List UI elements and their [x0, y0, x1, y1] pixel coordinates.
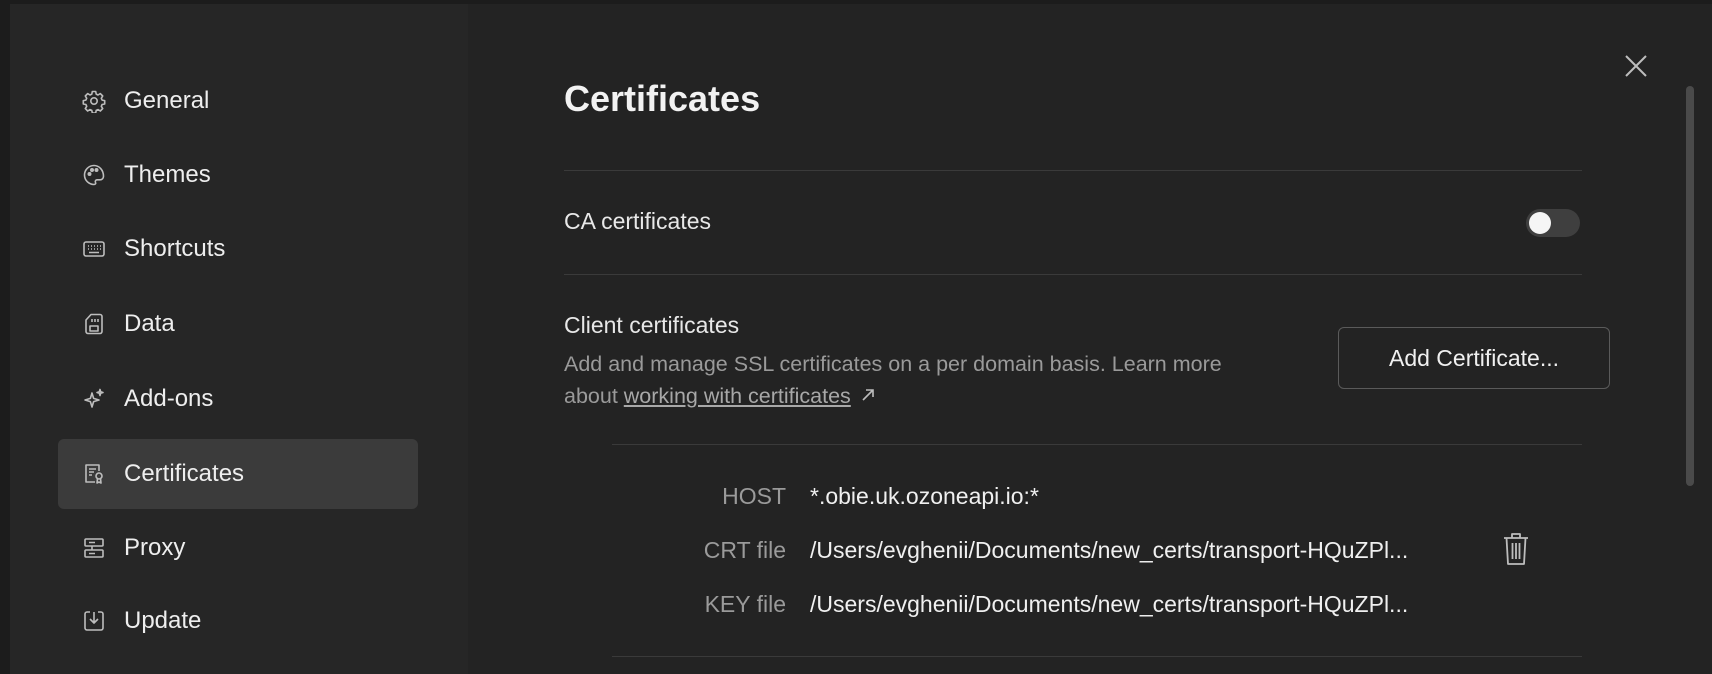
key-file-label: KEY file [704, 591, 786, 617]
sidebar-item-shortcuts[interactable]: Shortcuts [58, 214, 418, 284]
keyboard-icon [80, 235, 108, 263]
sidebar-item-label: Add-ons [124, 385, 214, 412]
trash-icon[interactable] [1502, 532, 1530, 566]
sd-card-icon [80, 310, 108, 338]
page-title: Certificates [564, 78, 761, 119]
sidebar-item-label: Certificates [124, 460, 245, 487]
scrollbar[interactable] [1686, 86, 1694, 486]
external-link-icon [859, 381, 877, 413]
client-certificates-description: Add and manage SSL certificates on a per… [564, 348, 1244, 413]
download-icon [80, 607, 108, 635]
divider [564, 170, 1582, 171]
divider [564, 274, 1582, 275]
key-file-value: /Users/evghenii/Documents/new_certs/tran… [810, 591, 1409, 617]
sidebar-item-update[interactable]: Update [58, 586, 418, 656]
sidebar-item-label: Update [124, 607, 202, 634]
sparkle-icon [80, 385, 108, 413]
close-icon[interactable] [1620, 50, 1652, 82]
sidebar-item-general[interactable]: General [58, 66, 418, 136]
sidebar-item-proxy[interactable]: Proxy [58, 513, 418, 583]
sidebar-item-label: General [124, 87, 210, 114]
sidebar-item-label: Themes [124, 161, 211, 188]
client-certificates-title: Client certificates [564, 312, 740, 338]
divider [612, 444, 1582, 445]
sidebar-item-label: Shortcuts [124, 235, 226, 262]
working-with-certificates-link[interactable]: working with certificates [624, 384, 851, 408]
sidebar-item-themes[interactable]: Themes [58, 140, 418, 210]
divider [612, 656, 1582, 657]
ca-certificates-label: CA certificates [564, 208, 711, 234]
ca-certificates-toggle[interactable] [1526, 209, 1580, 237]
gear-icon [80, 87, 108, 115]
sidebar-item-certificates[interactable]: Certificates [58, 439, 418, 509]
add-certificate-button[interactable]: Add Certificate... [1338, 327, 1610, 389]
certificate-icon [80, 460, 108, 488]
palette-icon [80, 161, 108, 189]
crt-file-label: CRT file [703, 537, 786, 563]
sidebar-item-add-ons[interactable]: Add-ons [58, 364, 418, 434]
toggle-knob [1529, 212, 1551, 234]
crt-file-value: /Users/evghenii/Documents/new_certs/tran… [810, 537, 1409, 563]
server-icon [80, 534, 108, 562]
sidebar-item-label: Data [124, 310, 175, 337]
sidebar-item-label: Proxy [124, 534, 186, 561]
host-value: *.obie.uk.ozoneapi.io:* [810, 483, 1039, 509]
sidebar-item-data[interactable]: Data [58, 289, 418, 359]
host-label: HOST [722, 483, 786, 509]
